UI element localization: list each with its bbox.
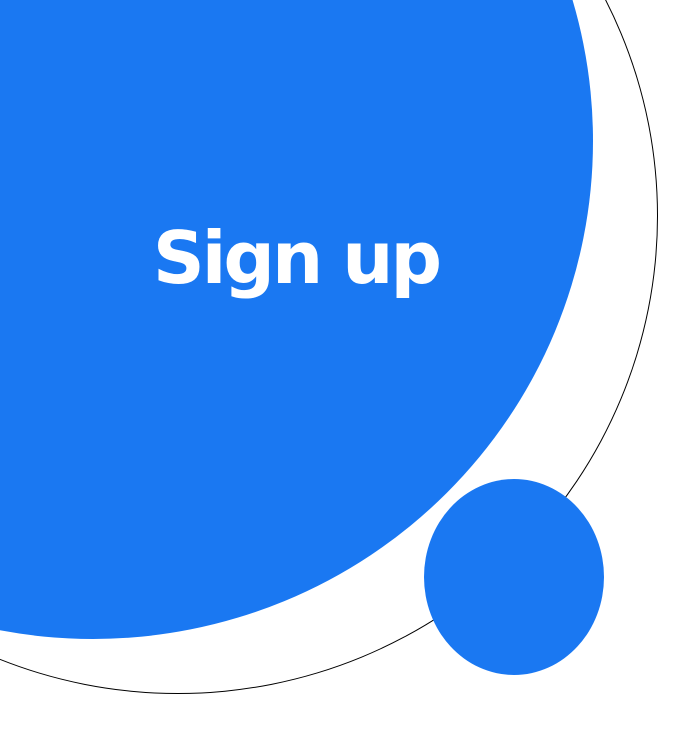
small-blue-circle-decoration — [424, 479, 604, 675]
page-title: Sign up — [152, 216, 442, 300]
signup-screen: Sign up — [0, 0, 698, 744]
